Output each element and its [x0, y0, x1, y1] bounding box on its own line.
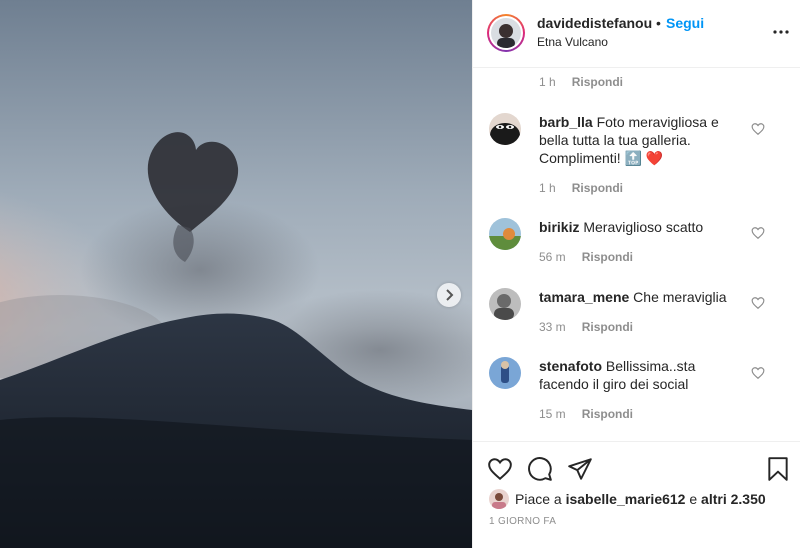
separator-dot: • [656, 15, 661, 31]
author-username[interactable]: davidedistefanou [537, 15, 652, 31]
likes-connector: e [689, 491, 698, 507]
commenter-avatar[interactable] [489, 113, 521, 145]
heart-icon[interactable] [751, 296, 765, 310]
reply-button[interactable]: Rispondi [572, 181, 623, 195]
likes-user[interactable]: isabelle_marie612 [566, 491, 686, 507]
post-actions: Piace a isabelle_marie612 e altri 2.350 … [473, 441, 800, 548]
comment-icon[interactable] [527, 456, 553, 482]
commenter-avatar[interactable] [489, 218, 521, 250]
commenter-avatar[interactable] [489, 288, 521, 320]
comment-meta: 56 m Rispondi [539, 250, 633, 264]
author-avatar[interactable] [487, 14, 525, 52]
comment-meta: 1 h Rispondi [539, 75, 623, 89]
comment-meta: 33 m Rispondi [539, 320, 633, 334]
post-header: davidedistefanou • Segui Etna Vulcano [473, 0, 800, 68]
share-icon[interactable] [567, 456, 593, 482]
comment-username[interactable]: barb_lla [539, 114, 593, 130]
chevron-right-icon [446, 289, 454, 301]
comment-username[interactable]: birikiz [539, 219, 579, 235]
heart-icon[interactable] [487, 456, 513, 482]
more-horizontal-icon[interactable] [771, 24, 791, 40]
liker-avatar[interactable] [489, 489, 509, 509]
reply-button[interactable]: Rispondi [582, 250, 633, 264]
comment-time: 56 m [539, 250, 566, 264]
comment-body: tamara_mene Che meraviglia [539, 288, 739, 306]
heart-icon[interactable] [751, 366, 765, 380]
post-side-panel: davidedistefanou • Segui Etna Vulcano 1 … [472, 0, 800, 548]
post-photo[interactable] [0, 0, 472, 548]
comment-meta: 1 h Rispondi [539, 181, 623, 195]
reply-button[interactable]: Rispondi [582, 320, 633, 334]
likes-prefix: Piace a [515, 491, 562, 507]
likes-others[interactable]: altri 2.350 [701, 491, 766, 507]
comment-time: 1 h [539, 181, 556, 195]
comment-body: birikiz Meraviglioso scatto [539, 218, 739, 236]
reply-button[interactable]: Rispondi [582, 407, 633, 421]
comment-time: 15 m [539, 407, 566, 421]
next-photo-button[interactable] [437, 283, 461, 307]
post-date[interactable]: 1 GIORNO FA [489, 516, 556, 527]
volcano-photo [0, 0, 472, 548]
comment-username[interactable]: tamara_mene [539, 289, 629, 305]
comment-text: Che meraviglia [633, 289, 727, 305]
bookmark-icon[interactable] [765, 456, 791, 482]
likes-summary: Piace a isabelle_marie612 e altri 2.350 [489, 488, 766, 510]
comment-body: stenafoto Bellissima..sta facendo il gir… [539, 357, 739, 393]
comment-username[interactable]: stenafoto [539, 358, 602, 374]
comment-time: 1 h [539, 75, 556, 89]
post-location[interactable]: Etna Vulcano [537, 35, 608, 49]
heart-icon[interactable] [751, 226, 765, 240]
comment-body: barb_lla Foto meravigliosa e bella tutta… [539, 113, 739, 167]
commenter-avatar[interactable] [489, 357, 521, 389]
follow-button[interactable]: Segui [666, 15, 704, 31]
comment-text: Meraviglioso scatto [583, 219, 704, 235]
heart-icon[interactable] [751, 122, 765, 136]
comment-time: 33 m [539, 320, 566, 334]
reply-button[interactable]: Rispondi [572, 75, 623, 89]
comment-meta: 15 m Rispondi [539, 407, 633, 421]
